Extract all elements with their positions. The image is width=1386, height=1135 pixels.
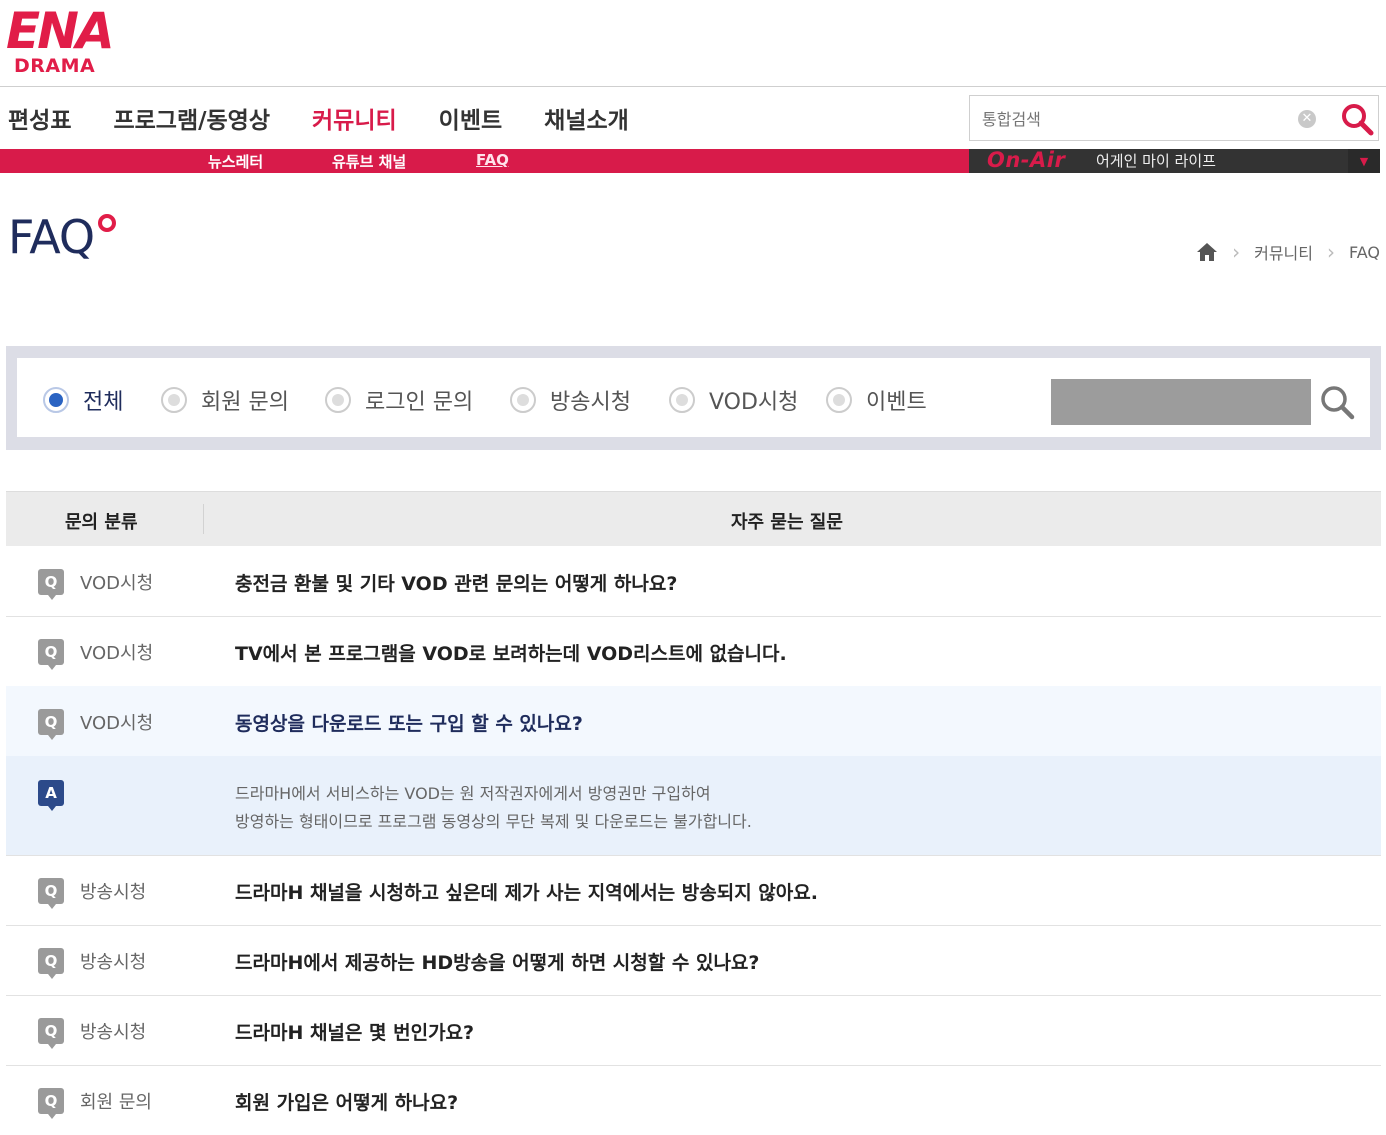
- filter-label: 전체: [83, 390, 124, 415]
- sub-nav-newsletter[interactable]: 뉴스레터: [208, 151, 263, 172]
- faq-question[interactable]: 드라마H 채널을 시청하고 싶은데 제가 사는 지역에서는 방송되지 않아요.: [235, 878, 818, 905]
- faq-row[interactable]: Q VOD시청 TV에서 본 프로그램을 VOD로 보려하는데 VOD리스트에 …: [6, 616, 1381, 687]
- faq-row[interactable]: Q 방송시청 드라마H 채널은 몇 번인가요?: [6, 995, 1381, 1066]
- radio-icon: [161, 387, 187, 413]
- faq-filter-inner: 전체 회원 문의 로그인 문의 방송시청 VOD시청 이벤트: [17, 358, 1370, 437]
- logo-brand: ENA: [6, 2, 115, 60]
- onair-program: 어게인 마이 라이프: [1096, 152, 1216, 170]
- global-search-input[interactable]: [980, 96, 1284, 142]
- radio-icon: [325, 387, 351, 413]
- filter-radio-event[interactable]: 이벤트: [826, 384, 927, 416]
- faq-search-input[interactable]: [1051, 379, 1311, 425]
- faq-category: VOD시청: [80, 643, 154, 664]
- filter-label: VOD시청: [709, 390, 799, 415]
- sub-nav: 뉴스레터 유튜브 채널 FAQ: [0, 149, 969, 173]
- sub-nav-youtube[interactable]: 유튜브 채널: [332, 151, 406, 172]
- nav-item-schedule[interactable]: 편성표: [8, 101, 71, 135]
- faq-table-header: 문의 분류 자주 묻는 질문: [6, 491, 1381, 546]
- search-icon[interactable]: [1340, 102, 1374, 136]
- page-title: FAQ: [8, 210, 95, 264]
- radio-icon: [43, 387, 69, 413]
- nav-item-channel[interactable]: 채널소개: [544, 101, 629, 135]
- faq-question[interactable]: 드라마H에서 제공하는 HD방송을 어떻게 하면 시청할 수 있나요?: [235, 948, 759, 975]
- global-search: ✕: [969, 95, 1379, 142]
- faq-category: 방송시청: [80, 1022, 147, 1043]
- breadcrumb: › 커뮤니티 › FAQ: [1196, 240, 1380, 264]
- faq-question[interactable]: 회원 가입은 어떻게 하나요?: [235, 1088, 458, 1115]
- filter-label: 로그인 문의: [365, 390, 474, 415]
- faq-category: 회원 문의: [80, 1092, 152, 1113]
- answer-line: 드라마H에서 서비스하는 VOD는 원 저작권자에게서 방영권만 구입하여: [235, 784, 711, 803]
- ena-drama-logo[interactable]: ENA DRAMA: [6, 2, 115, 76]
- chevron-right-icon: ›: [1327, 240, 1335, 264]
- faq-filter: 전체 회원 문의 로그인 문의 방송시청 VOD시청 이벤트: [6, 346, 1381, 450]
- faq-question[interactable]: 드라마H 채널은 몇 번인가요?: [235, 1018, 474, 1045]
- radio-icon: [510, 387, 536, 413]
- faq-category: 방송시청: [80, 882, 147, 903]
- search-icon[interactable]: [1319, 384, 1355, 420]
- onair-bar[interactable]: On-Air 어게인 마이 라이프 ▼: [969, 148, 1380, 173]
- faq-question[interactable]: 동영상을 다운로드 또는 구입 할 수 있나요?: [235, 709, 583, 736]
- faq-row[interactable]: Q 방송시청 드라마H에서 제공하는 HD방송을 어떻게 하면 시청할 수 있나…: [6, 925, 1381, 996]
- faq-question[interactable]: 충전금 환불 및 기타 VOD 관련 문의는 어떻게 하나요?: [235, 569, 677, 596]
- question-badge-icon: Q: [38, 639, 64, 670]
- faq-category: VOD시청: [80, 573, 154, 594]
- answer-line: 방영하는 형태이므로 프로그램 동영상의 무단 복제 및 다운로드는 불가합니다…: [235, 812, 752, 831]
- faq-category: 방송시청: [80, 952, 147, 973]
- filter-radio-vod[interactable]: VOD시청: [669, 384, 798, 416]
- faq-row[interactable]: Q VOD시청 충전금 환불 및 기타 VOD 관련 문의는 어떻게 하나요?: [6, 546, 1381, 617]
- question-badge-icon: Q: [38, 569, 64, 600]
- title-dot-icon: [98, 214, 116, 232]
- answer-badge-icon: A: [38, 780, 64, 811]
- header-question: 자주 묻는 질문: [731, 512, 843, 533]
- radio-icon: [826, 387, 852, 413]
- question-badge-icon: Q: [38, 1088, 64, 1119]
- faq-answer: A 드라마H에서 서비스하는 VOD는 원 저작권자에게서 방영권만 구입하여 …: [6, 756, 1381, 856]
- main-nav: 편성표 프로그램/동영상 커뮤니티 이벤트 채널소개: [0, 87, 960, 148]
- home-icon[interactable]: [1196, 242, 1218, 262]
- question-badge-icon: Q: [38, 878, 64, 909]
- faq-question[interactable]: TV에서 본 프로그램을 VOD로 보려하는데 VOD리스트에 없습니다.: [235, 639, 787, 666]
- faq-row-open[interactable]: Q VOD시청 동영상을 다운로드 또는 구입 할 수 있나요?: [6, 686, 1381, 757]
- header-divider: [203, 504, 204, 534]
- filter-radio-broadcast[interactable]: 방송시청: [510, 384, 631, 416]
- filter-radio-member[interactable]: 회원 문의: [161, 384, 289, 416]
- filter-label: 방송시청: [550, 390, 631, 415]
- breadcrumb-faq[interactable]: FAQ: [1349, 243, 1380, 262]
- filter-label: 회원 문의: [201, 390, 289, 415]
- chevron-right-icon: ›: [1232, 240, 1241, 264]
- clear-icon[interactable]: ✕: [1298, 110, 1316, 128]
- radio-icon: [669, 387, 695, 413]
- header-category: 문의 분류: [65, 512, 138, 533]
- onair-tag: On-Air: [987, 148, 1066, 172]
- question-badge-icon: Q: [38, 1018, 64, 1049]
- filter-radio-all[interactable]: 전체: [43, 384, 123, 416]
- faq-category: VOD시청: [80, 713, 154, 734]
- nav-item-community[interactable]: 커뮤니티: [312, 101, 397, 135]
- nav-item-programs[interactable]: 프로그램/동영상: [113, 101, 270, 135]
- chevron-down-icon[interactable]: ▼: [1348, 149, 1380, 173]
- faq-row[interactable]: Q 방송시청 드라마H 채널을 시청하고 싶은데 제가 사는 지역에서는 방송되…: [6, 855, 1381, 926]
- sub-nav-faq[interactable]: FAQ: [476, 151, 509, 169]
- question-badge-icon: Q: [38, 709, 64, 740]
- filter-label: 이벤트: [866, 390, 927, 415]
- nav-item-events[interactable]: 이벤트: [439, 101, 502, 135]
- question-badge-icon: Q: [38, 948, 64, 979]
- breadcrumb-community[interactable]: 커뮤니티: [1254, 240, 1313, 264]
- filter-radio-login[interactable]: 로그인 문의: [325, 384, 473, 416]
